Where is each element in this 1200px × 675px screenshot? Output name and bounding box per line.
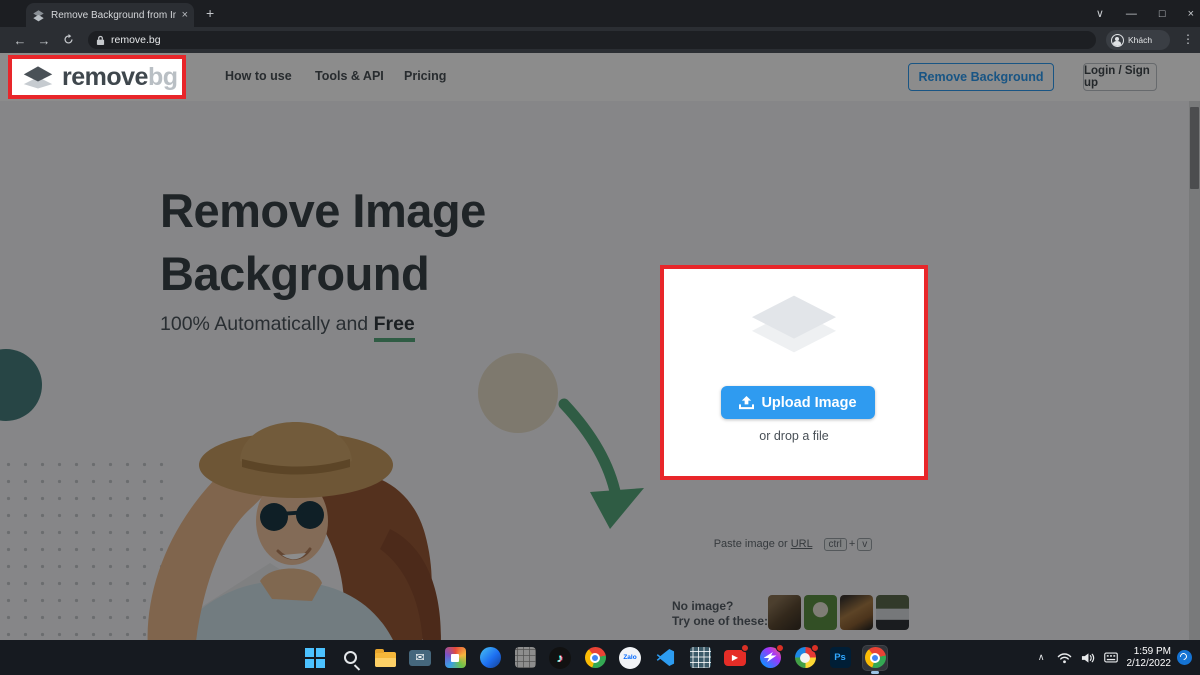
touch-keyboard-icon[interactable] xyxy=(1104,652,1118,663)
chrome-icon xyxy=(585,647,606,668)
upload-icon xyxy=(739,396,754,410)
system-tray: ∧ 1:59 PM 2/12/2022 xyxy=(1038,640,1200,675)
photos-icon xyxy=(445,647,466,668)
reload-icon xyxy=(63,34,74,45)
browser-titlebar: Remove Background from Imag × + ∨ — □ × xyxy=(0,0,1200,27)
gray-app-button[interactable] xyxy=(513,646,537,670)
profile-avatar-icon xyxy=(1111,34,1124,47)
screen: Remove Background from Imag × + ∨ — □ × … xyxy=(0,0,1200,675)
vscode-icon xyxy=(656,648,675,667)
url-text: remove.bg xyxy=(111,34,161,46)
youtube-notification-badge xyxy=(741,644,749,652)
search-icon xyxy=(344,651,357,664)
file-explorer-button[interactable] xyxy=(373,646,397,670)
forward-button[interactable]: → xyxy=(32,33,56,48)
volume-icon[interactable] xyxy=(1081,652,1095,664)
tab-favicon-removebg-icon xyxy=(32,9,45,22)
zalo-button[interactable]: Zalo xyxy=(618,646,642,670)
new-tab-button[interactable]: + xyxy=(206,5,214,21)
mail-button[interactable]: ✉ xyxy=(408,646,432,670)
logo-wordmark: removebg xyxy=(62,63,178,92)
back-button[interactable]: ← xyxy=(8,33,32,48)
chrome-active-icon xyxy=(865,647,886,668)
windows-start-icon xyxy=(305,648,325,668)
start-button[interactable] xyxy=(303,646,327,670)
reload-button[interactable] xyxy=(56,33,80,48)
vscode-button[interactable] xyxy=(653,646,677,670)
youtube-button[interactable]: ▶ xyxy=(723,646,747,670)
tray-notification-icon[interactable] xyxy=(1177,650,1192,665)
tiktok-icon: ♪ xyxy=(549,647,571,669)
photoshop-icon: Ps xyxy=(830,647,851,668)
removebg-logo-icon xyxy=(22,65,54,89)
maximize-button[interactable]: □ xyxy=(1159,8,1166,20)
photos-button[interactable] xyxy=(443,646,467,670)
zalo-icon: Zalo xyxy=(619,647,641,669)
address-bar[interactable]: remove.bg xyxy=(88,31,1096,49)
chrome-button[interactable] xyxy=(583,646,607,670)
upload-button-label: Upload Image xyxy=(761,395,856,411)
edge-icon xyxy=(480,647,501,668)
messenger-notification-badge xyxy=(776,644,784,652)
folder-icon xyxy=(375,652,396,667)
profile-name: Khách xyxy=(1128,35,1152,45)
browser-toolbar: ← → remove.bg Khách ⋮ xyxy=(0,27,1200,53)
tiktok-button[interactable]: ♪ xyxy=(548,646,572,670)
taskbar: ✉ ♪ Zalo ▶ Ps ∧ xyxy=(0,640,1200,675)
close-button[interactable]: × xyxy=(1188,8,1194,20)
drop-file-hint: or drop a file xyxy=(664,429,924,443)
edge-button[interactable] xyxy=(478,646,502,670)
coccoc-button[interactable] xyxy=(793,646,817,670)
browser-tab[interactable]: Remove Background from Imag × xyxy=(26,3,194,27)
tab-close-icon[interactable]: × xyxy=(182,9,188,21)
gray-app-icon xyxy=(515,647,536,668)
upload-image-button[interactable]: Upload Image xyxy=(721,386,875,419)
upload-card-highlight-box: Upload Image or drop a file xyxy=(660,265,928,480)
tab-title: Remove Background from Imag xyxy=(51,10,176,21)
messenger-button[interactable] xyxy=(758,646,782,670)
minimize-button[interactable]: — xyxy=(1126,8,1137,20)
wifi-icon[interactable] xyxy=(1057,652,1072,664)
mail-icon: ✉ xyxy=(409,650,431,666)
spreadsheet-icon xyxy=(690,647,711,668)
taskbar-search-button[interactable] xyxy=(338,646,362,670)
clock-date: 2/12/2022 xyxy=(1127,658,1172,670)
browser-menu-icon[interactable]: ⋮ xyxy=(1182,32,1194,46)
browser-profile-chip[interactable]: Khách xyxy=(1106,30,1170,50)
lock-icon xyxy=(96,35,105,46)
photoshop-button[interactable]: Ps xyxy=(828,646,852,670)
youtube-icon: ▶ xyxy=(724,650,746,666)
webpage: How to use Tools & API Pricing Remove Ba… xyxy=(0,53,1200,640)
tray-expand-icon[interactable]: ∧ xyxy=(1038,652,1045,663)
logo-highlight-box[interactable]: removebg xyxy=(8,55,186,99)
spreadsheet-button[interactable] xyxy=(688,646,712,670)
tab-search-icon[interactable]: ∨ xyxy=(1096,7,1104,20)
taskbar-clock[interactable]: 1:59 PM 2/12/2022 xyxy=(1127,646,1172,669)
clock-time: 1:59 PM xyxy=(1127,646,1172,658)
chrome-active-button[interactable] xyxy=(863,646,887,670)
dim-overlay xyxy=(0,53,1200,640)
upload-layers-icon xyxy=(750,293,838,355)
coccoc-notification-badge xyxy=(811,644,819,652)
